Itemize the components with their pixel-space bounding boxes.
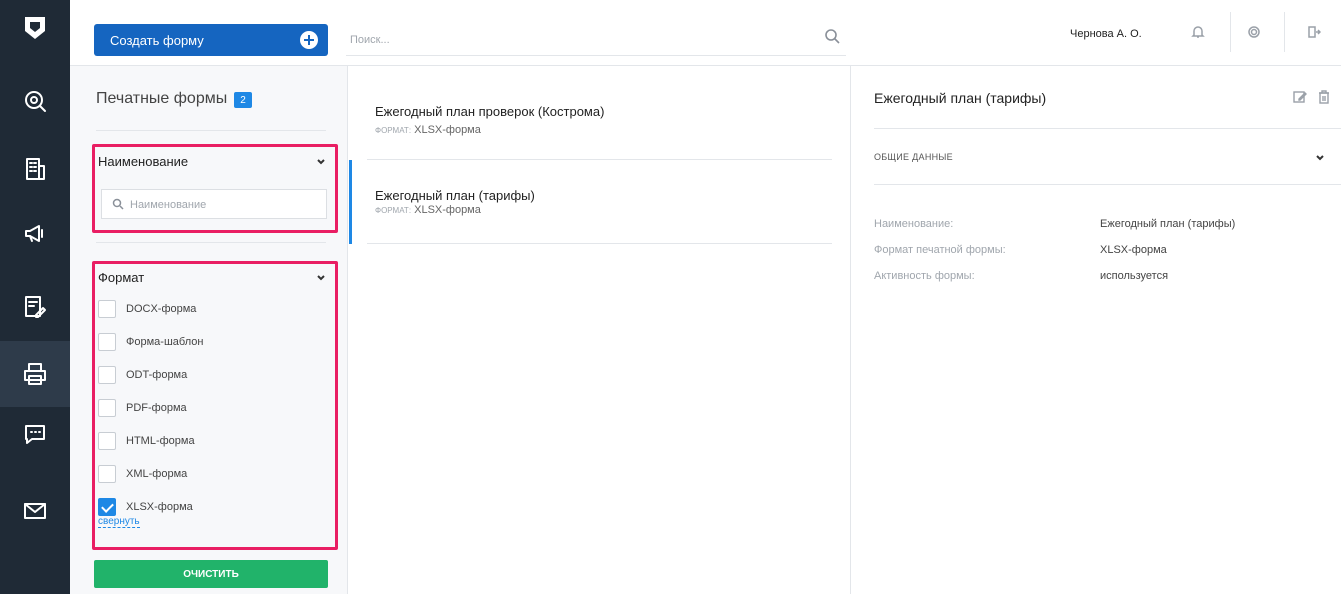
list-item-title: Ежегодный план (тарифы)	[375, 188, 535, 203]
list-item-title: Ежегодный план проверок (Кострома)	[375, 104, 605, 119]
selected-indicator	[349, 160, 352, 244]
top-bar: Создать форму Поиск... Чернова А. О.	[70, 0, 1341, 66]
format-option-label: Форма-шаблон	[126, 336, 204, 348]
checkbox[interactable]	[98, 399, 116, 417]
create-form-button[interactable]: Создать форму	[94, 24, 328, 56]
format-option-label: ODT-форма	[126, 369, 188, 381]
mail-icon[interactable]	[0, 478, 70, 544]
edit-icon[interactable]	[1293, 90, 1307, 104]
section-header[interactable]: ОБЩИЕ ДАННЫЕ	[874, 152, 953, 162]
details-actions	[1293, 90, 1331, 104]
format-option-label: XML-форма	[126, 468, 188, 480]
divider	[874, 128, 1341, 129]
format-value: XLSX-форма	[414, 124, 481, 136]
checkbox[interactable]	[98, 333, 116, 351]
panel-title: Печатные формы	[96, 90, 228, 107]
collapse-link[interactable]: свернуть	[98, 516, 140, 528]
printer-icon[interactable]	[0, 341, 70, 407]
app-root: Создать форму Поиск... Чернова А. О. Печ…	[0, 0, 1341, 594]
search-icon	[112, 198, 124, 210]
edit-doc-icon[interactable]	[0, 274, 70, 340]
trash-icon[interactable]	[1317, 90, 1331, 104]
format-option[interactable]: ODT-форма	[98, 364, 187, 386]
building-icon[interactable]	[0, 136, 70, 202]
format-option-label: DOCX-форма	[126, 303, 197, 315]
create-form-label: Создать форму	[110, 32, 204, 48]
format-option[interactable]: HTML-форма	[98, 430, 195, 452]
detail-value: используется	[1100, 270, 1169, 282]
divider	[1284, 12, 1285, 52]
format-key: формат:	[375, 206, 412, 215]
user-name[interactable]: Чернова А. О.	[1070, 28, 1142, 40]
clear-button[interactable]: ОЧИСТИТЬ	[94, 560, 328, 588]
checkbox[interactable]	[98, 300, 116, 318]
search-placeholder: Поиск...	[350, 34, 390, 46]
details-panel: Ежегодный план (тарифы) ОБЩИЕ ДАННЫЕ Наи…	[852, 66, 1341, 594]
format-option[interactable]: Форма-шаблон	[98, 331, 203, 353]
count-badge: 2	[234, 92, 252, 108]
checkbox-checked[interactable]	[98, 498, 116, 516]
detail-key: Формат печатной формы:	[874, 244, 1006, 256]
format-filter-header[interactable]: Формат	[98, 270, 144, 285]
search-gauge-icon[interactable]	[0, 68, 70, 134]
chevron-down-icon[interactable]	[316, 270, 326, 281]
divider	[1230, 12, 1231, 52]
list-item-selected[interactable]: Ежегодный план (тарифы) формат: XLSX-фор…	[367, 160, 832, 244]
format-option[interactable]: DOCX-форма	[98, 298, 196, 320]
detail-key: Активность формы:	[874, 270, 975, 282]
divider	[96, 242, 326, 243]
forms-list: Ежегодный план проверок (Кострома) форма…	[349, 66, 851, 594]
filter-panel: Печатные формы 2 Наименование Наименован…	[70, 66, 348, 594]
name-search-input[interactable]: Наименование	[101, 189, 327, 219]
format-option[interactable]: PDF-форма	[98, 397, 187, 419]
name-filter-header[interactable]: Наименование	[98, 154, 188, 169]
checkbox[interactable]	[98, 366, 116, 384]
list-item-format: формат: XLSX-форма	[375, 124, 481, 136]
search-input[interactable]: Поиск...	[346, 22, 846, 56]
logout-icon[interactable]	[1304, 22, 1324, 42]
name-input-placeholder: Наименование	[130, 199, 207, 211]
list-item-format: формат: XLSX-форма	[375, 204, 481, 216]
list-item[interactable]: Ежегодный план проверок (Кострома) форма…	[367, 94, 832, 160]
plus-circle-icon	[300, 31, 318, 49]
checkbox[interactable]	[98, 465, 116, 483]
divider	[874, 184, 1341, 185]
detail-key: Наименование:	[874, 218, 954, 230]
left-nav-rail	[0, 0, 70, 594]
format-option-label: HTML-форма	[126, 435, 195, 447]
format-option-label: PDF-форма	[126, 402, 187, 414]
format-key: формат:	[375, 126, 412, 135]
format-option-label: XLSX-форма	[126, 501, 193, 513]
divider	[96, 130, 326, 131]
gear-icon[interactable]	[1244, 22, 1264, 42]
format-option[interactable]: XML-форма	[98, 463, 187, 485]
detail-value: XLSX-форма	[1100, 244, 1167, 256]
format-value: XLSX-форма	[414, 204, 481, 216]
chevron-down-icon[interactable]	[1315, 150, 1325, 168]
checkbox[interactable]	[98, 432, 116, 450]
bell-icon[interactable]	[1188, 22, 1208, 42]
logo-icon[interactable]	[0, 0, 70, 56]
chevron-down-icon[interactable]	[316, 154, 326, 165]
megaphone-icon[interactable]	[0, 200, 70, 266]
chat-icon[interactable]	[0, 402, 70, 468]
format-option[interactable]: XLSX-форма	[98, 496, 193, 518]
details-title: Ежегодный план (тарифы)	[874, 90, 1047, 106]
detail-value: Ежегодный план (тарифы)	[1100, 218, 1236, 230]
search-icon[interactable]	[824, 28, 840, 44]
